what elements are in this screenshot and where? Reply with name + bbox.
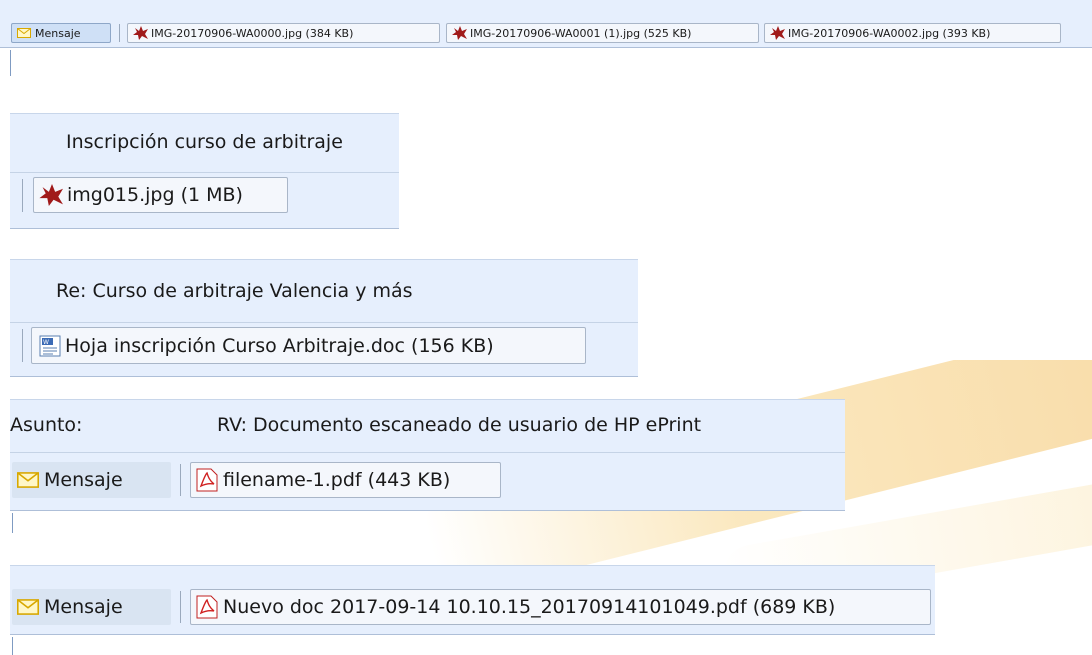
attachment-strip-1: Mensaje IMG-20170906-WA0000.jpg (384 KB)… [0, 0, 1092, 48]
message-button[interactable]: Mensaje [11, 23, 111, 43]
attachment-label: filename-1.pdf (443 KB) [223, 469, 451, 491]
word-doc-icon: W [39, 335, 61, 356]
message-button[interactable]: Mensaje [12, 589, 171, 625]
attachment-strip-3: Re: Curso de arbitraje Valencia y más W … [10, 259, 638, 377]
attachment-strip-2: Inscripción curso de arbitraje img015.jp… [10, 113, 399, 229]
svg-text:W: W [43, 339, 49, 346]
message-button-label: Mensaje [44, 469, 123, 491]
attachment-strip-5: Mensaje Nuevo doc 2017-09-14 10.10.15_20… [10, 565, 935, 635]
message-button-label: Mensaje [44, 596, 123, 618]
subject-label: Asunto: [10, 414, 83, 436]
attachment-chip[interactable]: img015.jpg (1 MB) [33, 177, 288, 213]
subject-text: Re: Curso de arbitraje Valencia y más [56, 280, 413, 302]
attachment-chip[interactable]: IMG-20170906-WA0002.jpg (393 KB) [764, 23, 1061, 43]
message-button[interactable]: Mensaje [12, 462, 171, 498]
attachment-chip[interactable]: IMG-20170906-WA0001 (1).jpg (525 KB) [446, 23, 759, 43]
message-button-label: Mensaje [35, 26, 81, 40]
envelope-icon [17, 472, 39, 488]
envelope-icon [17, 28, 31, 38]
pdf-file-icon [196, 595, 218, 619]
envelope-icon [17, 599, 39, 615]
attachment-label: IMG-20170906-WA0000.jpg (384 KB) [151, 26, 354, 40]
image-file-icon [452, 26, 467, 40]
pdf-file-icon [196, 468, 218, 492]
attachment-strip-4: Asunto: RV: Documento escaneado de usuar… [10, 399, 845, 511]
attachment-label: IMG-20170906-WA0002.jpg (393 KB) [788, 26, 991, 40]
message-body-area[interactable] [0, 48, 1092, 76]
attachment-label: IMG-20170906-WA0001 (1).jpg (525 KB) [470, 26, 692, 40]
attachment-chip[interactable]: IMG-20170906-WA0000.jpg (384 KB) [127, 23, 440, 43]
attachment-chip[interactable]: filename-1.pdf (443 KB) [190, 462, 501, 498]
attachment-chip[interactable]: W Hoja inscripción Curso Arbitraje.doc (… [31, 327, 586, 364]
attachment-label: img015.jpg (1 MB) [67, 184, 243, 206]
image-file-icon [133, 26, 148, 40]
message-body-area[interactable] [10, 635, 935, 655]
attachment-chip[interactable]: Nuevo doc 2017-09-14 10.10.15_2017091410… [190, 589, 931, 625]
message-body-area[interactable] [10, 511, 845, 533]
attachment-label: Nuevo doc 2017-09-14 10.10.15_2017091410… [223, 596, 836, 618]
image-file-icon [39, 184, 63, 206]
image-file-icon [770, 26, 785, 40]
subject-text: Inscripción curso de arbitraje [66, 131, 343, 153]
attachment-label: Hoja inscripción Curso Arbitraje.doc (15… [65, 334, 494, 357]
subject-text: RV: Documento escaneado de usuario de HP… [217, 414, 702, 436]
